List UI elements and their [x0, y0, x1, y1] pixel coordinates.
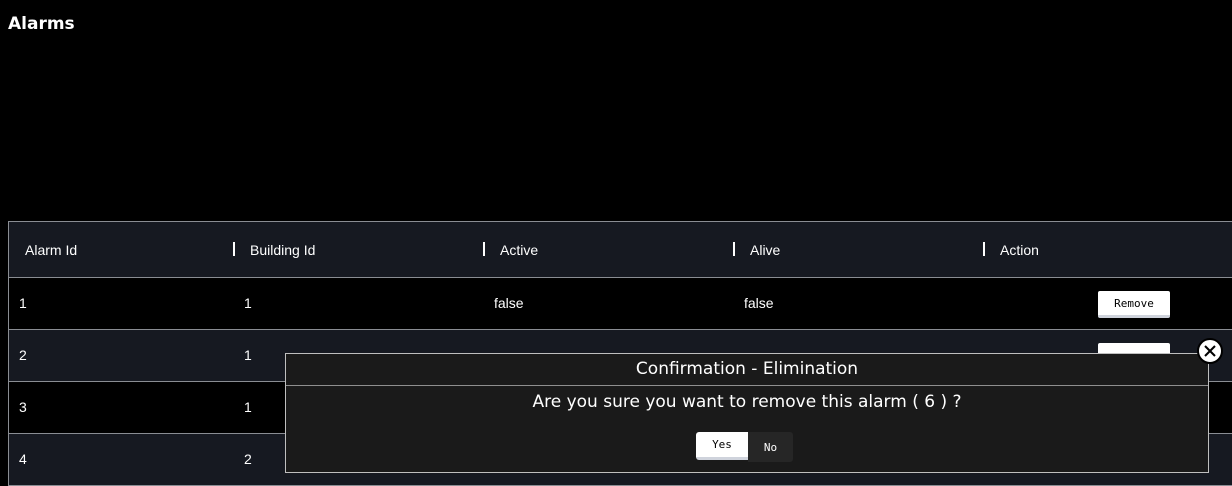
cell-alarm-id: 2 — [19, 347, 27, 363]
table-header: Alarm Id Building Id Active Alive Action — [9, 222, 1232, 278]
cell-building-id: 1 — [244, 295, 252, 311]
no-button[interactable]: No — [748, 432, 793, 462]
yes-button[interactable]: Yes — [696, 432, 748, 460]
cell-alarm-id: 4 — [19, 451, 27, 467]
column-resize-handle[interactable] — [733, 242, 735, 256]
page-title: Alarms — [8, 14, 75, 34]
cell-active: false — [494, 295, 524, 311]
column-resize-handle[interactable] — [483, 242, 485, 256]
remove-button[interactable]: Remove — [1098, 291, 1170, 318]
close-icon — [1204, 345, 1216, 357]
cell-building-id: 1 — [244, 399, 252, 415]
cell-building-id: 2 — [244, 451, 252, 467]
cell-building-id: 1 — [244, 347, 252, 363]
cell-alarm-id: 3 — [19, 399, 27, 415]
header-alarm-id[interactable]: Alarm Id — [25, 242, 77, 258]
close-dialog-button[interactable] — [1197, 338, 1223, 364]
cell-alive: false — [744, 295, 774, 311]
dialog-actions: Yes No — [696, 432, 793, 462]
confirmation-dialog: Confirmation - Elimination Are you sure … — [285, 353, 1209, 473]
header-active[interactable]: Active — [500, 242, 538, 258]
cell-alarm-id: 1 — [19, 295, 27, 311]
table-row: 1 1 false false Remove — [9, 278, 1232, 330]
column-resize-handle[interactable] — [233, 242, 235, 256]
dialog-title: Confirmation - Elimination — [286, 354, 1208, 386]
header-building-id[interactable]: Building Id — [250, 242, 315, 258]
header-action: Action — [1000, 242, 1039, 258]
column-resize-handle[interactable] — [983, 242, 985, 256]
dialog-message: Are you sure you want to remove this ala… — [532, 392, 962, 412]
header-alive[interactable]: Alive — [750, 242, 780, 258]
